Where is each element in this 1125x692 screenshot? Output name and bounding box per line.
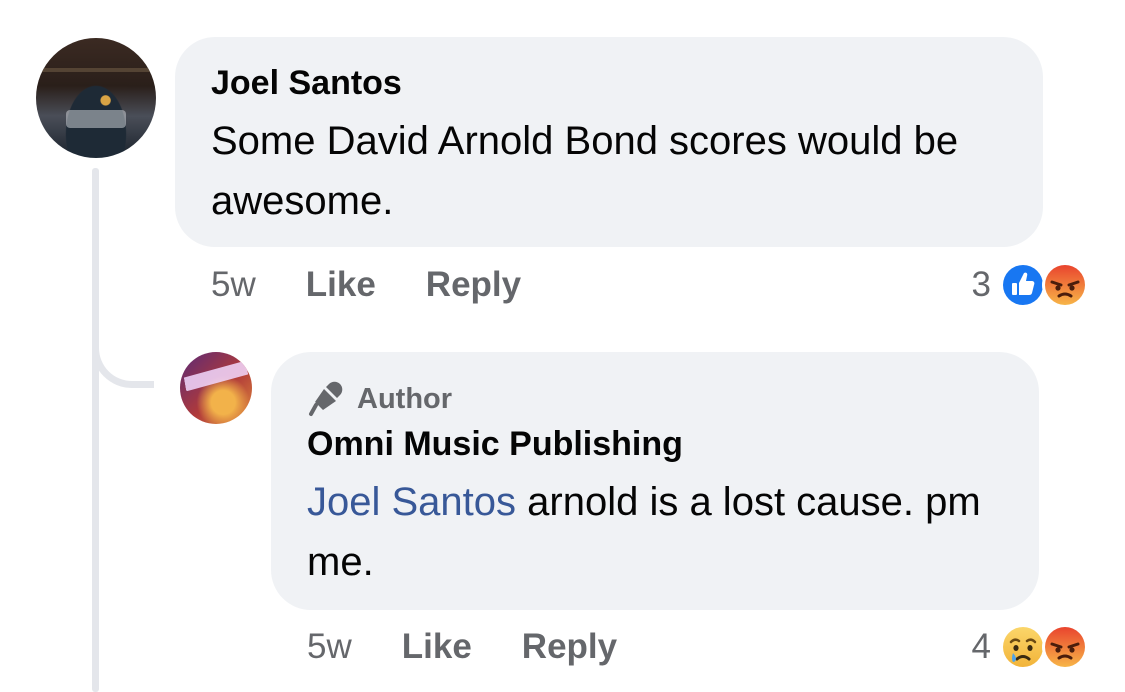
reply-button[interactable]: Reply [522,627,617,667]
reaction-count: 4 [971,627,991,666]
microphone-icon [309,381,343,416]
reaction-summary[interactable]: 3 [972,260,1089,310]
reaction-summary[interactable]: 4 [972,622,1089,672]
reply-bubble: Author Omni Music Publishing Joel Santos… [271,352,1039,610]
comment-timestamp[interactable]: 5w [211,265,256,305]
avatar-logo-detail [183,361,250,392]
author-badge-label: Author [357,382,453,415]
comment-actions: 5w Like Reply [211,262,521,308]
angry-icon [1042,262,1088,308]
like-button[interactable]: Like [402,627,472,667]
reply-button[interactable]: Reply [426,265,521,305]
comment-text: Some David Arnold Bond scores would be a… [211,119,959,223]
thread-connector [92,320,154,388]
comment-author[interactable]: Joel Santos [211,61,1007,105]
reply-actions: 5w Like Reply [307,624,617,670]
avatar-photo-detail [66,110,126,128]
avatar-joel-santos[interactable] [36,38,156,158]
mention-link[interactable]: Joel Santos [307,480,516,524]
sad-icon [1000,624,1046,670]
reply-timestamp[interactable]: 5w [307,627,352,667]
reply-author[interactable]: Omni Music Publishing [307,422,1003,466]
avatar-photo-detail [36,68,156,72]
angry-icon [1042,624,1088,670]
thread-line [92,168,99,692]
like-icon [1000,262,1046,308]
reaction-count: 3 [971,265,991,304]
like-button[interactable]: Like [306,265,376,305]
reply-text: Joel Santos arnold is a lost cause. pm m… [307,472,1003,592]
author-badge: Author [307,380,1003,418]
avatar-omni-music-publishing[interactable] [180,352,252,424]
comment-bubble: Joel Santos Some David Arnold Bond score… [175,37,1043,247]
